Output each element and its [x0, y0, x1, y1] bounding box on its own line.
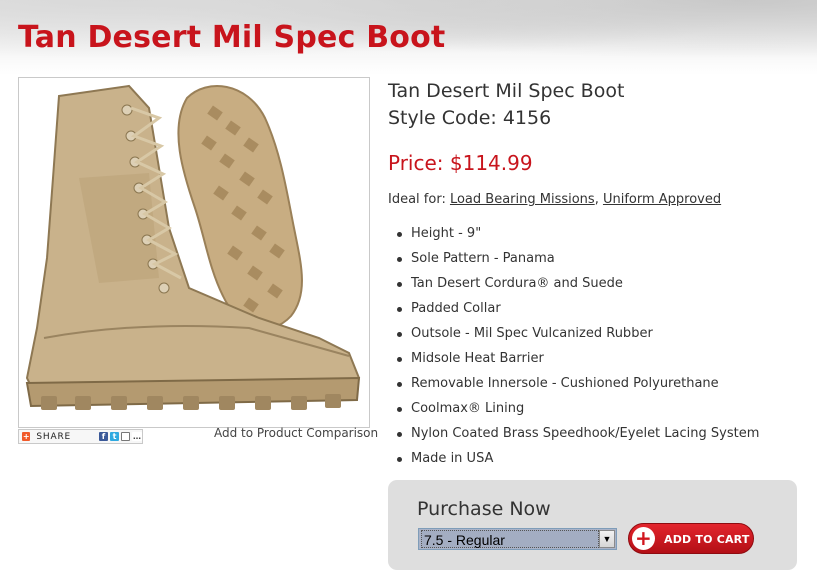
addthis-plus-icon: + [22, 432, 31, 441]
feature-item: Made in USA [393, 450, 759, 475]
add-to-comparison-link[interactable]: Add to Product Comparison [214, 426, 378, 440]
purchase-title: Purchase Now [417, 498, 551, 520]
feature-item: Outsole - Mil Spec Vulcanized Rubber [393, 325, 759, 350]
feature-item: Coolmax® Lining [393, 400, 759, 425]
facebook-icon[interactable]: f [99, 432, 108, 441]
size-select[interactable]: 7.5 - Regular ▼ [418, 528, 617, 550]
ideal-for: Ideal for: Load Bearing Missions, Unifor… [388, 192, 721, 207]
add-to-cart-button[interactable]: + ADD TO CART [628, 523, 754, 554]
feature-item: Nylon Coated Brass Speedhook/Eyelet Laci… [393, 425, 759, 450]
boot-illustration [25, 84, 361, 410]
ideal-for-separator: , [594, 192, 603, 207]
feature-item: Midsole Heat Barrier [393, 350, 759, 375]
more-icon[interactable]: … [132, 432, 142, 441]
feature-list: Height - 9" Sole Pattern - Panama Tan De… [393, 225, 759, 475]
product-price: Price: $114.99 [388, 151, 533, 175]
chevron-down-icon[interactable]: ▼ [599, 530, 615, 548]
feature-item: Height - 9" [393, 225, 759, 250]
twitter-icon[interactable]: t [110, 432, 119, 441]
share-button[interactable]: + SHARE f t … [18, 429, 143, 444]
email-icon[interactable] [121, 432, 130, 441]
share-label: SHARE [36, 431, 71, 442]
feature-item: Tan Desert Cordura® and Suede [393, 275, 759, 300]
style-code: Style Code: 4156 [388, 107, 552, 129]
size-select-value: 7.5 - Regular [421, 530, 599, 548]
ideal-for-link-load-bearing[interactable]: Load Bearing Missions [450, 192, 595, 207]
ideal-for-label: Ideal for: [388, 192, 450, 207]
product-name: Tan Desert Mil Spec Boot [388, 80, 625, 102]
plus-icon: + [632, 527, 655, 550]
feature-item: Sole Pattern - Panama [393, 250, 759, 275]
feature-item: Removable Innersole - Cushioned Polyuret… [393, 375, 759, 400]
feature-item: Padded Collar [393, 300, 759, 325]
page-title: Tan Desert Mil Spec Boot [18, 20, 446, 55]
purchase-panel: Purchase Now 7.5 - Regular ▼ + ADD TO CA… [388, 480, 797, 570]
ideal-for-link-uniform-approved[interactable]: Uniform Approved [603, 192, 721, 207]
product-image[interactable] [18, 77, 370, 428]
add-to-cart-label: ADD TO CART [664, 533, 750, 546]
